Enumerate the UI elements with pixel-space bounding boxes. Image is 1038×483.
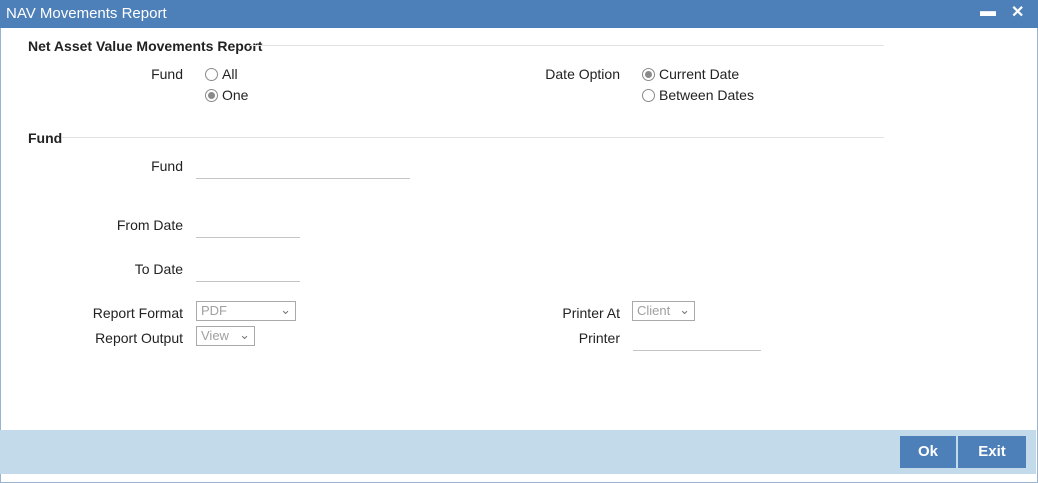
from-date-label: From Date — [116, 217, 183, 233]
report-output-select[interactable]: View ⌄ — [196, 326, 255, 346]
select-value: PDF — [201, 303, 227, 318]
printer-input[interactable] — [633, 326, 761, 351]
chevron-down-icon: ⌄ — [280, 302, 291, 317]
date-radio-current[interactable]: Current Date — [642, 66, 739, 82]
minimize-icon[interactable]: ▬ — [980, 3, 996, 21]
fund-radio-one[interactable]: One — [205, 87, 248, 103]
fund-input[interactable] — [196, 154, 410, 179]
to-date-label: To Date — [134, 261, 183, 277]
ok-button[interactable]: Ok — [900, 436, 956, 468]
select-value: View — [201, 328, 229, 343]
section-title-nav-report: Net Asset Value Movements Report — [28, 38, 263, 54]
radio-label: One — [222, 87, 249, 103]
radio-circle[interactable] — [205, 88, 218, 102]
printer-at-label: Printer At — [562, 305, 620, 321]
fund-field-label: Fund — [151, 158, 183, 174]
radio-circle[interactable] — [205, 67, 218, 81]
fund-radio-all[interactable]: All — [205, 66, 238, 82]
printer-label: Printer — [578, 330, 620, 346]
exit-button[interactable]: Exit — [958, 436, 1026, 468]
close-icon[interactable]: ✕ — [1011, 2, 1024, 22]
window-title: NAV Movements Report — [6, 5, 167, 22]
to-date-input[interactable] — [196, 257, 300, 282]
footer-bar — [0, 430, 1036, 474]
report-format-select[interactable]: PDF ⌄ — [196, 301, 296, 321]
date-option-label: Date Option — [545, 66, 620, 82]
radio-label: Between Dates — [659, 87, 754, 103]
from-date-input[interactable] — [196, 213, 300, 238]
report-format-label: Report Format — [92, 305, 183, 321]
select-value: Client — [637, 303, 671, 318]
radio-label: All — [222, 66, 238, 82]
printer-at-select[interactable]: Client ⌄ — [632, 301, 695, 321]
chevron-down-icon: ⌄ — [679, 302, 690, 317]
fund-option-label: Fund — [151, 66, 183, 82]
date-radio-between[interactable]: Between Dates — [642, 87, 754, 103]
section-divider — [250, 45, 884, 46]
report-output-label: Report Output — [95, 330, 183, 346]
section-divider — [62, 137, 884, 138]
radio-label: Current Date — [659, 66, 740, 82]
chevron-down-icon: ⌄ — [239, 327, 250, 342]
radio-circle[interactable] — [642, 67, 655, 81]
title-bar: NAV Movements Report ▬ ✕ — [0, 0, 1038, 28]
radio-circle[interactable] — [642, 88, 655, 102]
section-title-fund: Fund — [28, 130, 63, 146]
window-frame — [0, 28, 1038, 483]
